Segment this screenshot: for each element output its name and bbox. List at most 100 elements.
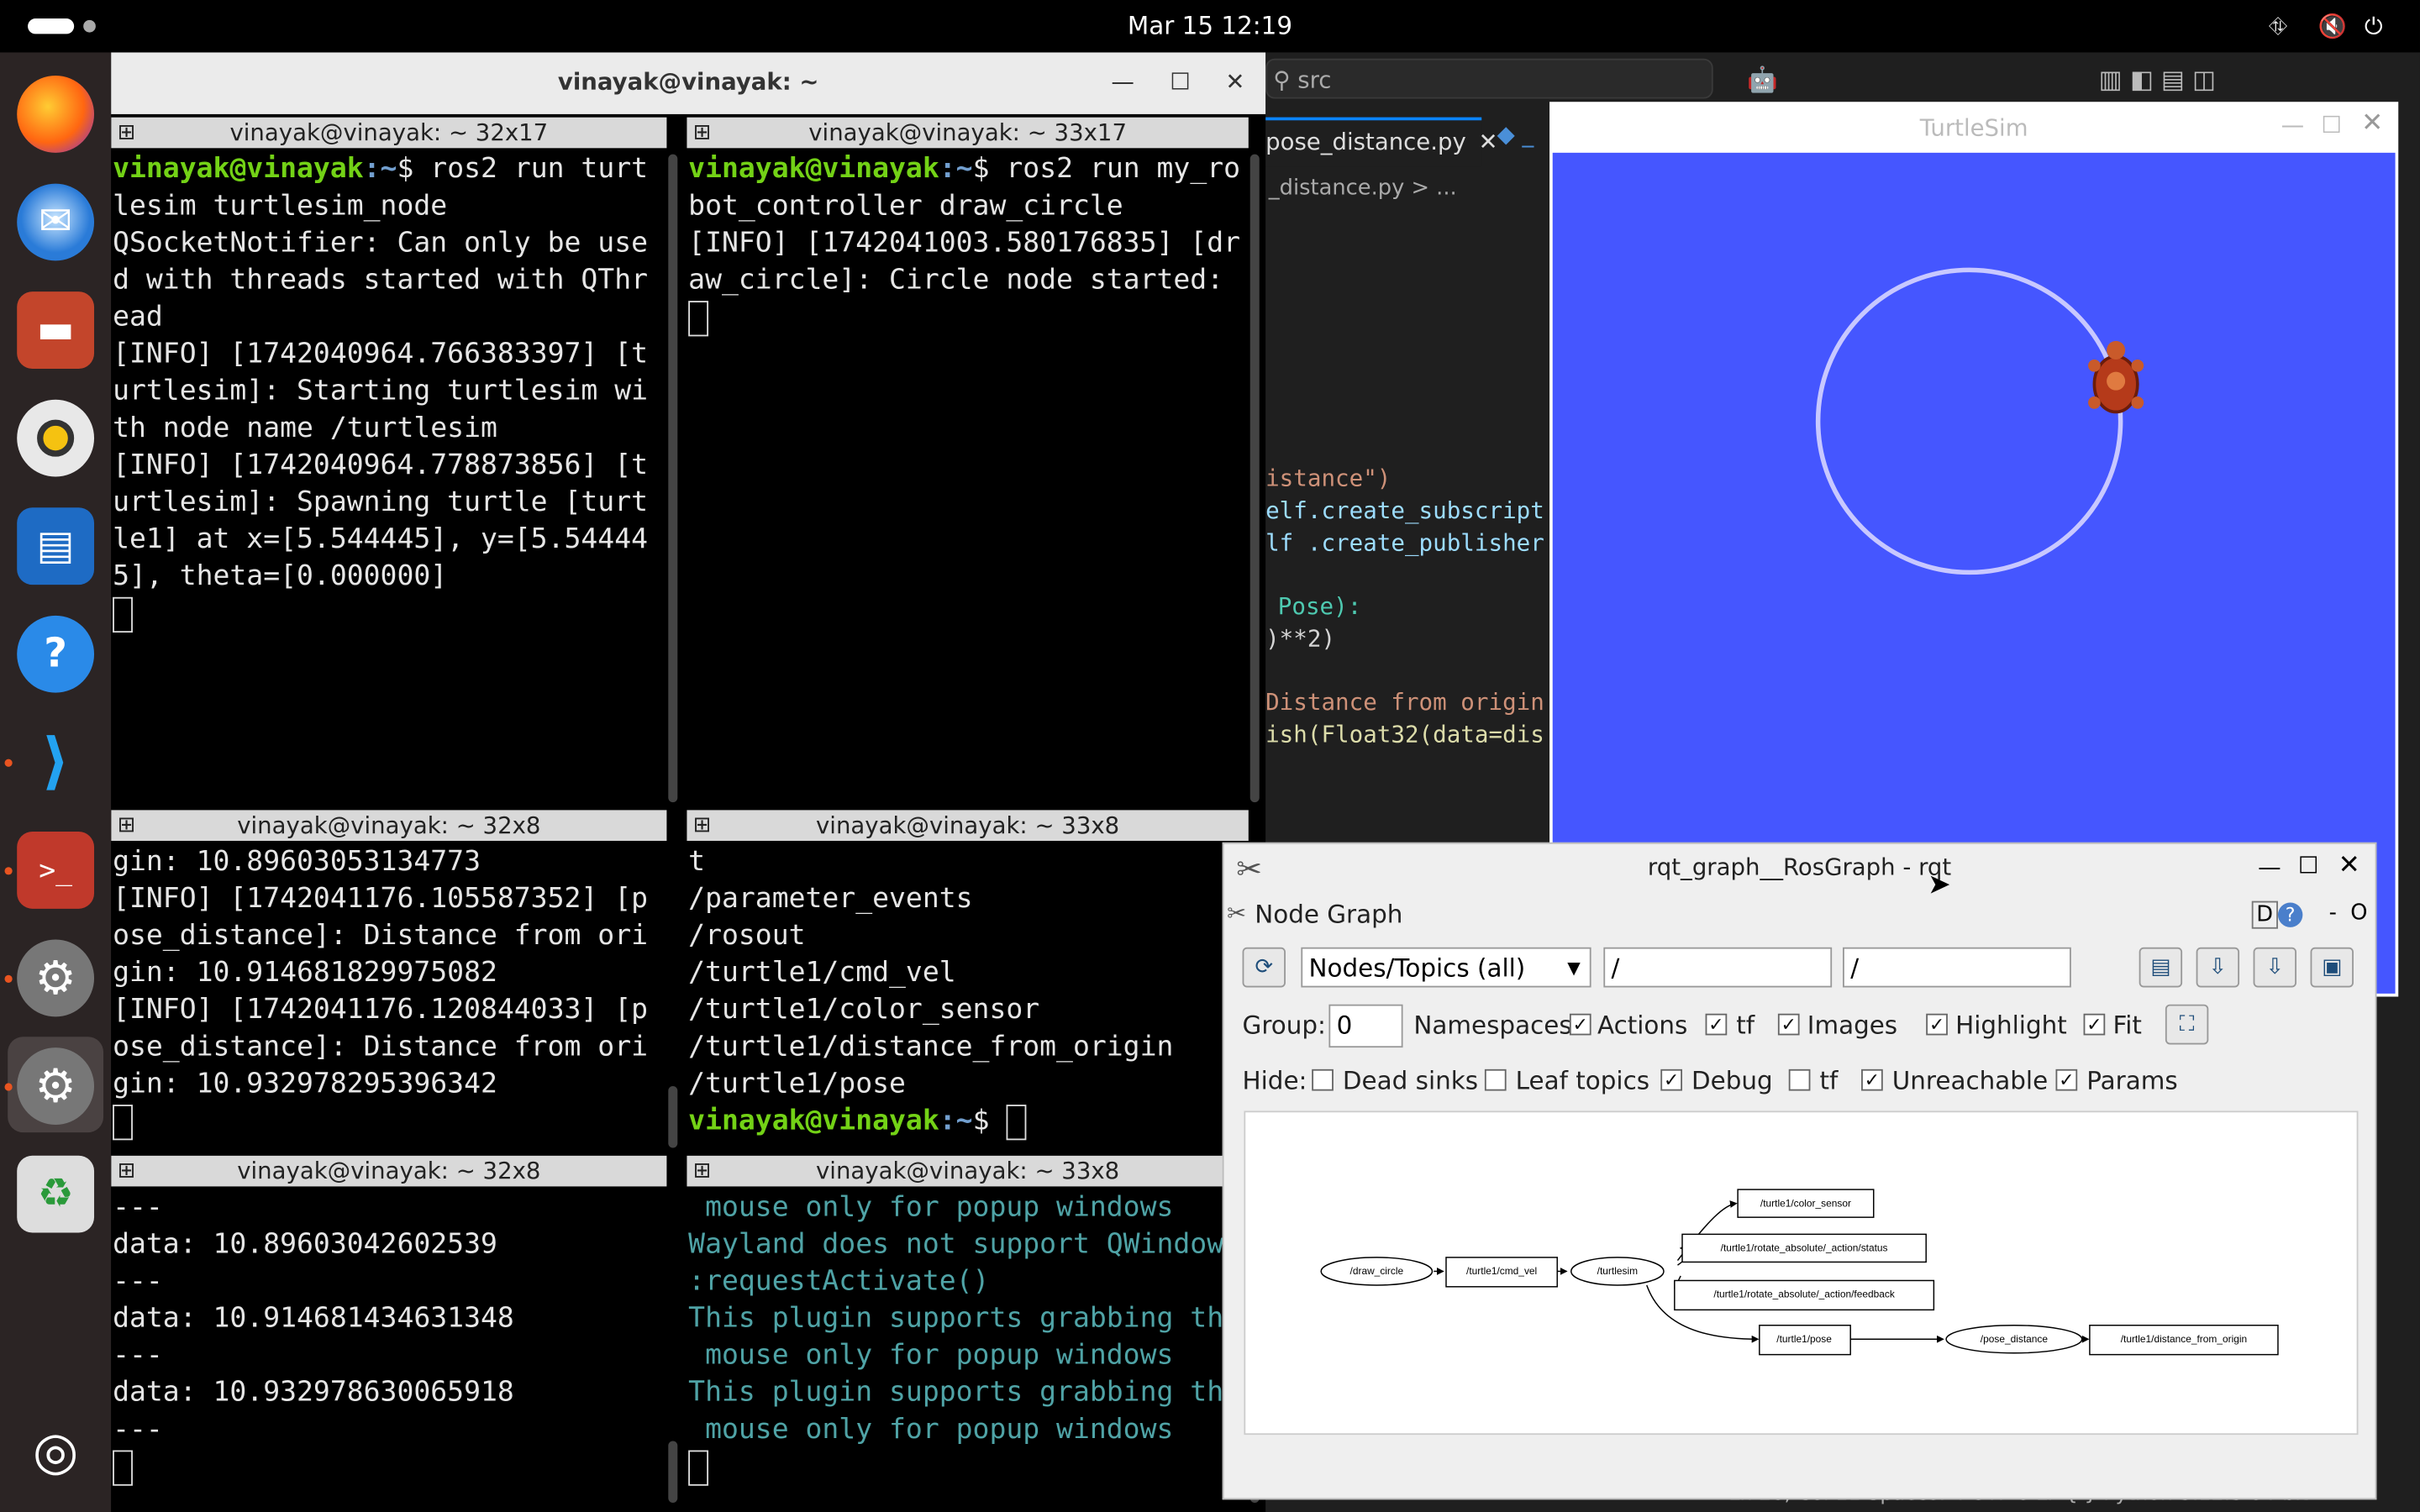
tf-checkbox[interactable]: ✓: [1705, 1013, 1728, 1036]
firefox-icon[interactable]: [17, 75, 95, 153]
power-icon[interactable]: ⏻: [2365, 13, 2383, 40]
minimize-icon[interactable]: —: [2258, 853, 2281, 881]
thunderbird-icon[interactable]: ✉: [17, 183, 95, 261]
pane-titlebar[interactable]: ⊞ vinayak@vinayak: ~ 33x8: [687, 1155, 1249, 1187]
vscode-icon[interactable]: ⟩: [17, 723, 94, 801]
terminal-pane[interactable]: ⊞ vinayak@vinayak: ~ 32x17 vinayak@vinaya…: [111, 117, 667, 809]
search-input[interactable]: ⚲ src: [1265, 58, 1713, 99]
debug-checkbox[interactable]: ✓: [1660, 1068, 1683, 1091]
volume-muted-icon[interactable]: 🔇: [2318, 13, 2347, 40]
dock-button[interactable]: D: [2251, 900, 2278, 929]
maximize-icon[interactable]: ☐: [2321, 111, 2342, 139]
dead-sinks-label: Dead sinks: [1342, 1066, 1479, 1096]
pane-titlebar[interactable]: ⊞ vinayak@vinayak: ~ 33x8: [687, 810, 1249, 842]
group-label: Group:: [1242, 1011, 1326, 1040]
files-icon[interactable]: ▬: [17, 291, 95, 369]
minimize-icon[interactable]: —: [1111, 68, 1134, 96]
minimize-panel-button[interactable]: -: [2329, 901, 2337, 926]
close-icon[interactable]: ✕: [2361, 108, 2383, 139]
writer-icon[interactable]: ▤: [17, 507, 95, 585]
fit-checkbox[interactable]: ✓: [2083, 1013, 2106, 1036]
ros-graph-canvas[interactable]: /draw_circle /turtle1/cmd_vel /turtlesim…: [1244, 1110, 2359, 1436]
graph-topic-label: /turtle1/rotate_absolute/_action/feedbac…: [1713, 1289, 1894, 1300]
highlight-label: Highlight: [1955, 1011, 2067, 1040]
terminal-pane[interactable]: ⊞ vinayak@vinayak: ~ 33x17 vinayak@vinaya…: [687, 117, 1249, 809]
terminal-pane[interactable]: ⊞ vinayak@vinayak: ~ 32x8 gin: 10.8960305…: [111, 810, 667, 1156]
maximize-icon[interactable]: ☐: [2298, 852, 2319, 879]
code-line: lf .create_publisher: [1265, 528, 1544, 558]
terminal-pane[interactable]: ⊞ vinayak@vinayak: ~ 33x8 mouse only for …: [687, 1155, 1249, 1512]
params-checkbox[interactable]: ✓: [2055, 1068, 2078, 1091]
terminal-pane[interactable]: ⊞ vinayak@vinayak: ~ 32x8 --- data: 10.89…: [111, 1155, 667, 1512]
hide-label: Hide:: [1242, 1066, 1307, 1096]
refresh-icon: ⟳: [1255, 954, 1274, 980]
help-icon[interactable]: ?: [2277, 902, 2303, 927]
leaf-topics-label: Leaf topics: [1515, 1066, 1650, 1096]
close-icon[interactable]: ✕: [1225, 68, 1244, 96]
rqt-window: ✂ rqt_graph__RosGraph - rqt — ☐ ✕ ➤ ✂ No…: [1222, 842, 2377, 1500]
settings-icon[interactable]: ⚙: [17, 1047, 95, 1125]
unreachable-label: Unreachable: [1891, 1066, 2049, 1096]
graph-topic-label: /turtle1/rotate_absolute/_action/status: [1721, 1242, 1888, 1254]
close-panel-button[interactable]: O: [2350, 901, 2367, 926]
save-dot-button[interactable]: ⇩: [2196, 947, 2240, 988]
plugin-icon: ✂: [1227, 899, 1247, 927]
pane-titlebar[interactable]: ⊞ vinayak@vinayak: ~ 32x8: [111, 1155, 667, 1187]
images-label: Images: [1807, 1011, 1898, 1040]
clock[interactable]: Mar 15 12:19: [0, 11, 2420, 40]
hide-tf-checkbox[interactable]: [1788, 1068, 1811, 1091]
maximize-icon[interactable]: ☐: [1170, 68, 1191, 96]
pane-titlebar[interactable]: ⊞ vinayak@vinayak: ~ 33x17: [687, 117, 1249, 149]
actions-checkbox[interactable]: ✓: [1569, 1013, 1591, 1036]
running-indicator: [4, 759, 13, 767]
refresh-button[interactable]: ⟳: [1242, 947, 1286, 988]
scrollbar[interactable]: [668, 1441, 678, 1503]
terminal-pane[interactable]: ⊞ vinayak@vinayak: ~ 33x8 t /parameter_ev…: [687, 810, 1249, 1156]
graph-topic-label: /turtle1/cmd_vel: [1466, 1265, 1537, 1277]
fit-view-button[interactable]: ⛶: [2165, 1004, 2209, 1045]
pane-titlebar[interactable]: ⊞ vinayak@vinayak: ~ 32x17: [111, 117, 667, 149]
leaf-topics-checkbox[interactable]: [1484, 1068, 1507, 1091]
text-cursor: [113, 1450, 133, 1486]
layout-icon[interactable]: ▥ ◧ ▤ ◫: [2099, 65, 2216, 94]
close-icon[interactable]: ✕: [1479, 128, 1498, 155]
scrollbar[interactable]: [668, 154, 678, 803]
running-indicator: [4, 867, 13, 875]
terminal-titlebar[interactable]: vinayak@vinayak: ~ — ☐ ✕: [111, 52, 1266, 114]
tab-python-file[interactable]: ◆ _: [1497, 120, 1534, 148]
ubuntu-icon[interactable]: ◎: [17, 1413, 94, 1490]
code-line: ish(Float32(data=dis: [1265, 720, 1544, 748]
top-bar: Mar 15 12:19 ⛗ 🔇 ⏻: [0, 0, 2420, 53]
settings-icon[interactable]: ⚙: [17, 939, 95, 1017]
scrollbar[interactable]: [668, 1086, 678, 1148]
graph-type-select[interactable]: Nodes/Topics (all) ▼: [1301, 947, 1591, 988]
images-checkbox[interactable]: ✓: [1777, 1013, 1800, 1036]
network-icon[interactable]: ⛗: [2269, 13, 2287, 40]
minimize-icon[interactable]: —: [2281, 111, 2305, 139]
terminal-output: --- data: 10.89603042602539 --- data: 10…: [113, 1189, 666, 1486]
tab-pose-distance[interactable]: pose_distance.py ✕: [1265, 117, 1498, 167]
running-indicator: [4, 974, 13, 983]
group-spinbox[interactable]: 0: [1328, 1004, 1403, 1048]
trash-icon[interactable]: ♻: [17, 1155, 95, 1233]
text-cursor: [113, 596, 133, 633]
help-icon[interactable]: ?: [17, 615, 95, 693]
topic-filter-input[interactable]: /: [1843, 947, 2071, 988]
terminal-window: vinayak@vinayak: ~ — ☐ ✕ ⊞ vinayak@vinaya…: [111, 52, 1266, 1512]
namespace-filter-input[interactable]: /: [1603, 947, 1833, 988]
panel-title: Node Graph: [1255, 899, 1403, 929]
scrollbar[interactable]: [1249, 154, 1260, 803]
graph-topic-label: /turtle1/pose: [1776, 1333, 1832, 1345]
dead-sinks-checkbox[interactable]: [1312, 1068, 1334, 1091]
save-image-button[interactable]: ▣: [2310, 947, 2354, 988]
save-svg-button[interactable]: ⇩: [2253, 947, 2297, 988]
unreachable-checkbox[interactable]: ✓: [1861, 1068, 1883, 1091]
pane-titlebar[interactable]: ⊞ vinayak@vinayak: ~ 32x8: [111, 810, 667, 842]
copilot-icon[interactable]: 🤖: [1747, 65, 1778, 94]
terminal-icon[interactable]: >_: [17, 831, 95, 909]
load-dot-button[interactable]: ▤: [2139, 947, 2183, 988]
close-icon[interactable]: ✕: [2338, 850, 2360, 881]
window-title: TurtleSim: [1919, 113, 2028, 142]
rhythmbox-icon[interactable]: [17, 399, 95, 477]
highlight-checkbox[interactable]: ✓: [1926, 1013, 1948, 1036]
